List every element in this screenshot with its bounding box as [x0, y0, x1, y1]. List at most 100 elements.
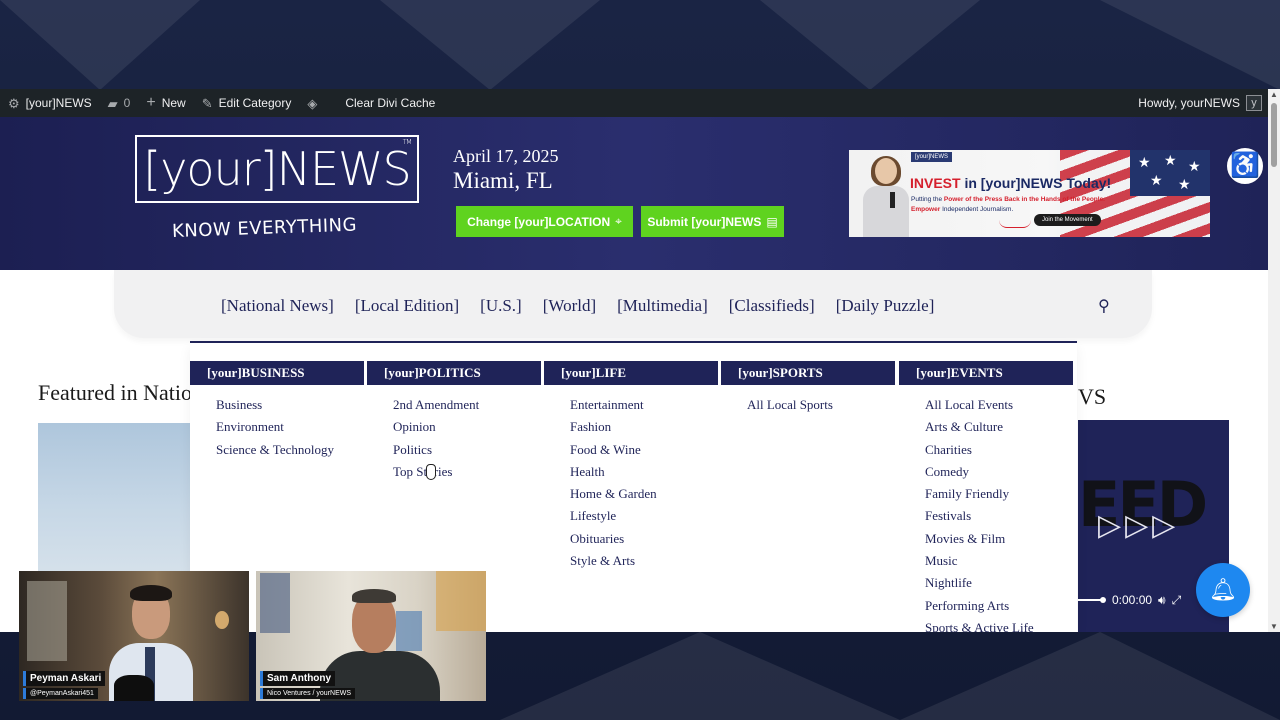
mega-col-life: [your]LIFE Entertainment Fashion Food & …: [544, 361, 718, 573]
nav-item-us[interactable]: [U.S.]: [480, 296, 522, 316]
ad-title-invest: INVEST: [910, 175, 961, 191]
menu-item[interactable]: Style & Arts: [570, 551, 718, 573]
document-icon: ▤: [766, 214, 778, 229]
play-arrows-icon[interactable]: ▷▷▷: [1098, 508, 1179, 543]
ad-line-2-red: Empower: [911, 206, 941, 213]
menu-item[interactable]: Movies & Film: [925, 529, 1073, 551]
nav-item-multimedia[interactable]: [Multimedia]: [617, 296, 708, 316]
site-logo[interactable]: [your]NEWS TM: [135, 135, 419, 203]
menu-item[interactable]: Fashion: [570, 417, 718, 439]
nav-item-national-news[interactable]: [National News]: [221, 296, 334, 316]
menu-item[interactable]: Comedy: [925, 462, 1073, 484]
menu-item[interactable]: Charities: [925, 440, 1073, 462]
browser-viewport: ⚙ [your]NEWS ▰ 0 + New ✎ Edit Category ◈…: [0, 89, 1280, 632]
menu-item[interactable]: Music: [925, 551, 1073, 573]
menu-item[interactable]: Lifestyle: [570, 506, 718, 528]
mega-col-business: [your]BUSINESS Business Environment Scie…: [190, 361, 364, 462]
scroll-up-icon[interactable]: ▲: [1270, 90, 1278, 99]
menu-item[interactable]: 2nd Amendment: [393, 395, 541, 417]
menu-item[interactable]: All Local Sports: [747, 395, 895, 417]
mega-col-events: [your]EVENTS All Local Events Arts & Cul…: [899, 361, 1073, 632]
admin-site-link[interactable]: ⚙ [your]NEWS: [0, 89, 100, 117]
admin-edit-category-link[interactable]: ✎ Edit Category: [194, 89, 300, 117]
site-header: [your]NEWS TM KNOW EVERYTHING April 17, …: [0, 117, 1268, 270]
vertical-scrollbar[interactable]: ▲ ▼: [1268, 89, 1280, 632]
ad-cta-button[interactable]: Join the Movement: [1034, 214, 1101, 226]
ad-arrow: [999, 220, 1031, 228]
logo-tagline: KNOW EVERYTHING: [171, 214, 358, 242]
avatar: y: [1246, 95, 1262, 111]
admin-new-link[interactable]: + New: [138, 89, 193, 117]
admin-site-name: [your]NEWS: [25, 96, 92, 110]
menu-item[interactable]: Environment: [216, 417, 364, 439]
video-progress-handle[interactable]: [1100, 597, 1106, 603]
main-navigation: [National News] [Local Edition] [U.S.] […: [114, 270, 1152, 338]
scroll-down-icon[interactable]: ▼: [1270, 622, 1278, 631]
nav-item-local-edition[interactable]: [Local Edition]: [355, 296, 459, 316]
ad-line-1: Putting the Power of the Press Back in t…: [911, 196, 1105, 203]
admin-new-label: New: [161, 96, 186, 110]
nav-item-daily-puzzle[interactable]: [Daily Puzzle]: [836, 296, 935, 316]
location-pin-icon: ⌖: [615, 214, 622, 228]
scrollbar-thumb[interactable]: [1271, 103, 1277, 167]
menu-item[interactable]: Performing Arts: [925, 596, 1073, 618]
bell-icon[interactable]: 🔔︎: [1196, 563, 1250, 617]
ad-line-2-rest: Independent Journalism.: [940, 206, 1014, 213]
menu-item[interactable]: Family Friendly: [925, 484, 1073, 506]
change-location-button[interactable]: Change [your]LOCATION ⌖: [456, 206, 633, 237]
mega-heading-politics[interactable]: [your]POLITICS: [367, 361, 541, 385]
ad-line-2: Empower Independent Journalism.: [911, 206, 1013, 213]
nav-menu: [National News] [Local Edition] [U.S.] […: [221, 296, 934, 316]
mega-heading-sports[interactable]: [your]SPORTS: [721, 361, 895, 385]
webcam-tile-sam: Sam Anthony Nico Ventures / yourNEWS: [256, 571, 486, 701]
admin-clear-cache-label: Clear Divi Cache: [345, 96, 436, 110]
fullscreen-icon[interactable]: ⤢: [1172, 593, 1182, 608]
menu-item[interactable]: Nightlife: [925, 573, 1073, 595]
admin-edit-category-label: Edit Category: [218, 96, 292, 110]
video-time: 0:00:00: [1112, 593, 1153, 607]
menu-item[interactable]: Science & Technology: [216, 440, 364, 462]
menu-item[interactable]: Health: [570, 462, 718, 484]
ad-line-1-pre: Putting the: [911, 196, 944, 203]
mega-col-sports: [your]SPORTS All Local Sports: [721, 361, 895, 417]
menu-item[interactable]: Opinion: [393, 417, 541, 439]
submit-news-button[interactable]: Submit [your]NEWS ▤: [641, 206, 784, 237]
menu-item[interactable]: Entertainment: [570, 395, 718, 417]
plus-icon: +: [146, 94, 156, 111]
change-location-label: Change [your]LOCATION: [467, 214, 611, 229]
menu-item[interactable]: Top Stories: [393, 462, 541, 484]
admin-divi-link[interactable]: ◈: [299, 89, 337, 117]
pencil-icon: ✎: [201, 95, 213, 111]
menu-item[interactable]: Sports & Active Life: [925, 618, 1073, 632]
ad-flag-canton: ★ ★ ★ ★ ★: [1130, 150, 1210, 196]
participant-name: Sam Anthony: [260, 671, 336, 686]
menu-item[interactable]: Food & Wine: [570, 440, 718, 462]
menu-item[interactable]: Home & Garden: [570, 484, 718, 506]
ad-title: INVEST in [your]NEWS Today!: [910, 175, 1111, 191]
volume-icon[interactable]: 🔊︎: [1158, 593, 1166, 608]
mega-heading-events[interactable]: [your]EVENTS: [899, 361, 1073, 385]
search-icon[interactable]: ⚲: [1098, 296, 1110, 316]
mega-heading-life[interactable]: [your]LIFE: [544, 361, 718, 385]
menu-item[interactable]: Business: [216, 395, 364, 417]
video-progress-bar[interactable]: [1078, 599, 1102, 601]
admin-comments-link[interactable]: ▰ 0: [100, 89, 139, 117]
menu-item[interactable]: Politics: [393, 440, 541, 462]
submit-news-label: Submit [your]NEWS: [647, 214, 762, 229]
nav-item-world[interactable]: [World]: [543, 296, 596, 316]
invest-ad-banner[interactable]: ★ ★ ★ ★ ★ [your]NEWS INVEST in [your]NEW…: [849, 150, 1210, 237]
participant-name: Peyman Askari: [23, 671, 106, 686]
menu-item[interactable]: Obituaries: [570, 529, 718, 551]
logo-text: [your]NEWS: [143, 142, 411, 196]
admin-clear-cache-link[interactable]: Clear Divi Cache: [337, 89, 443, 117]
cam-microphone: [114, 675, 154, 701]
menu-item[interactable]: All Local Events: [925, 395, 1073, 417]
mega-heading-business[interactable]: [your]BUSINESS: [190, 361, 364, 385]
mouse-cursor: [426, 464, 436, 480]
mega-col-politics: [your]POLITICS 2nd Amendment Opinion Pol…: [367, 361, 541, 484]
menu-item[interactable]: Arts & Culture: [925, 417, 1073, 439]
nav-item-classifieds[interactable]: [Classifieds]: [729, 296, 815, 316]
accessibility-icon[interactable]: ♿: [1225, 146, 1265, 186]
menu-item[interactable]: Festivals: [925, 506, 1073, 528]
admin-account-link[interactable]: Howdy, yourNEWS y: [1130, 89, 1268, 117]
